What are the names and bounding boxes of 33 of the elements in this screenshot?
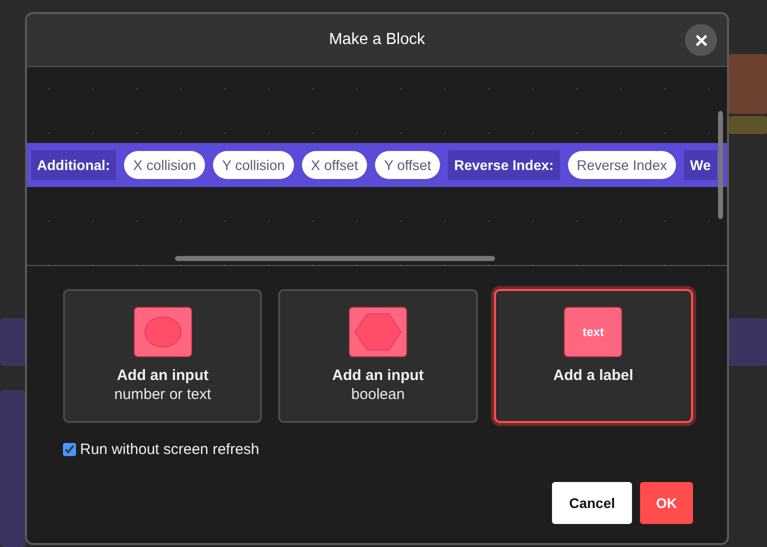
cancel-button[interactable]: Cancel	[552, 482, 632, 524]
close-icon	[696, 34, 706, 46]
round-input-icon	[134, 307, 192, 357]
hexagon-input-icon	[348, 307, 407, 357]
dialog-title: Make a Block	[328, 31, 426, 49]
option-title: Add an input	[116, 367, 208, 384]
option-title: Add an input	[332, 367, 424, 384]
option-card[interactable]: text Add a label	[494, 289, 693, 423]
block-input-field[interactable]: X collision	[124, 151, 206, 179]
block-label: We	[684, 150, 717, 180]
block-label: Additional:	[31, 150, 116, 180]
code-block-background	[728, 318, 767, 366]
vertical-scrollbar[interactable]	[718, 111, 723, 219]
block-label: Reverse Index:	[448, 150, 560, 180]
option-title: Add a label	[553, 367, 634, 384]
custom-block[interactable]: Additional: X collision Y collision X offset Y offset Reverse Index: Reverse Index We	[27, 143, 727, 187]
option-subtitle: number or text	[114, 386, 212, 403]
code-block-background	[728, 54, 767, 114]
label-icon: text	[564, 307, 622, 357]
horizontal-scrollbar[interactable]	[175, 256, 495, 261]
block-input-field[interactable]: Y offset	[375, 151, 440, 179]
ok-button[interactable]: OK	[640, 482, 693, 524]
checkbox[interactable]	[63, 443, 76, 456]
block-input-field[interactable]: Reverse Index	[568, 151, 676, 179]
code-block-background	[0, 318, 26, 366]
code-block-background	[728, 116, 767, 134]
option-card[interactable]: Add an input boolean	[278, 289, 478, 423]
block-input-field[interactable]: X offset	[302, 151, 368, 179]
block-input-field[interactable]: Y collision	[213, 151, 294, 179]
option-subtitle: boolean	[351, 386, 405, 403]
checkbox-label: Run without screen refresh	[80, 441, 260, 458]
option-card[interactable]: Add an input number or text	[63, 289, 262, 423]
close-button[interactable]	[685, 24, 717, 56]
